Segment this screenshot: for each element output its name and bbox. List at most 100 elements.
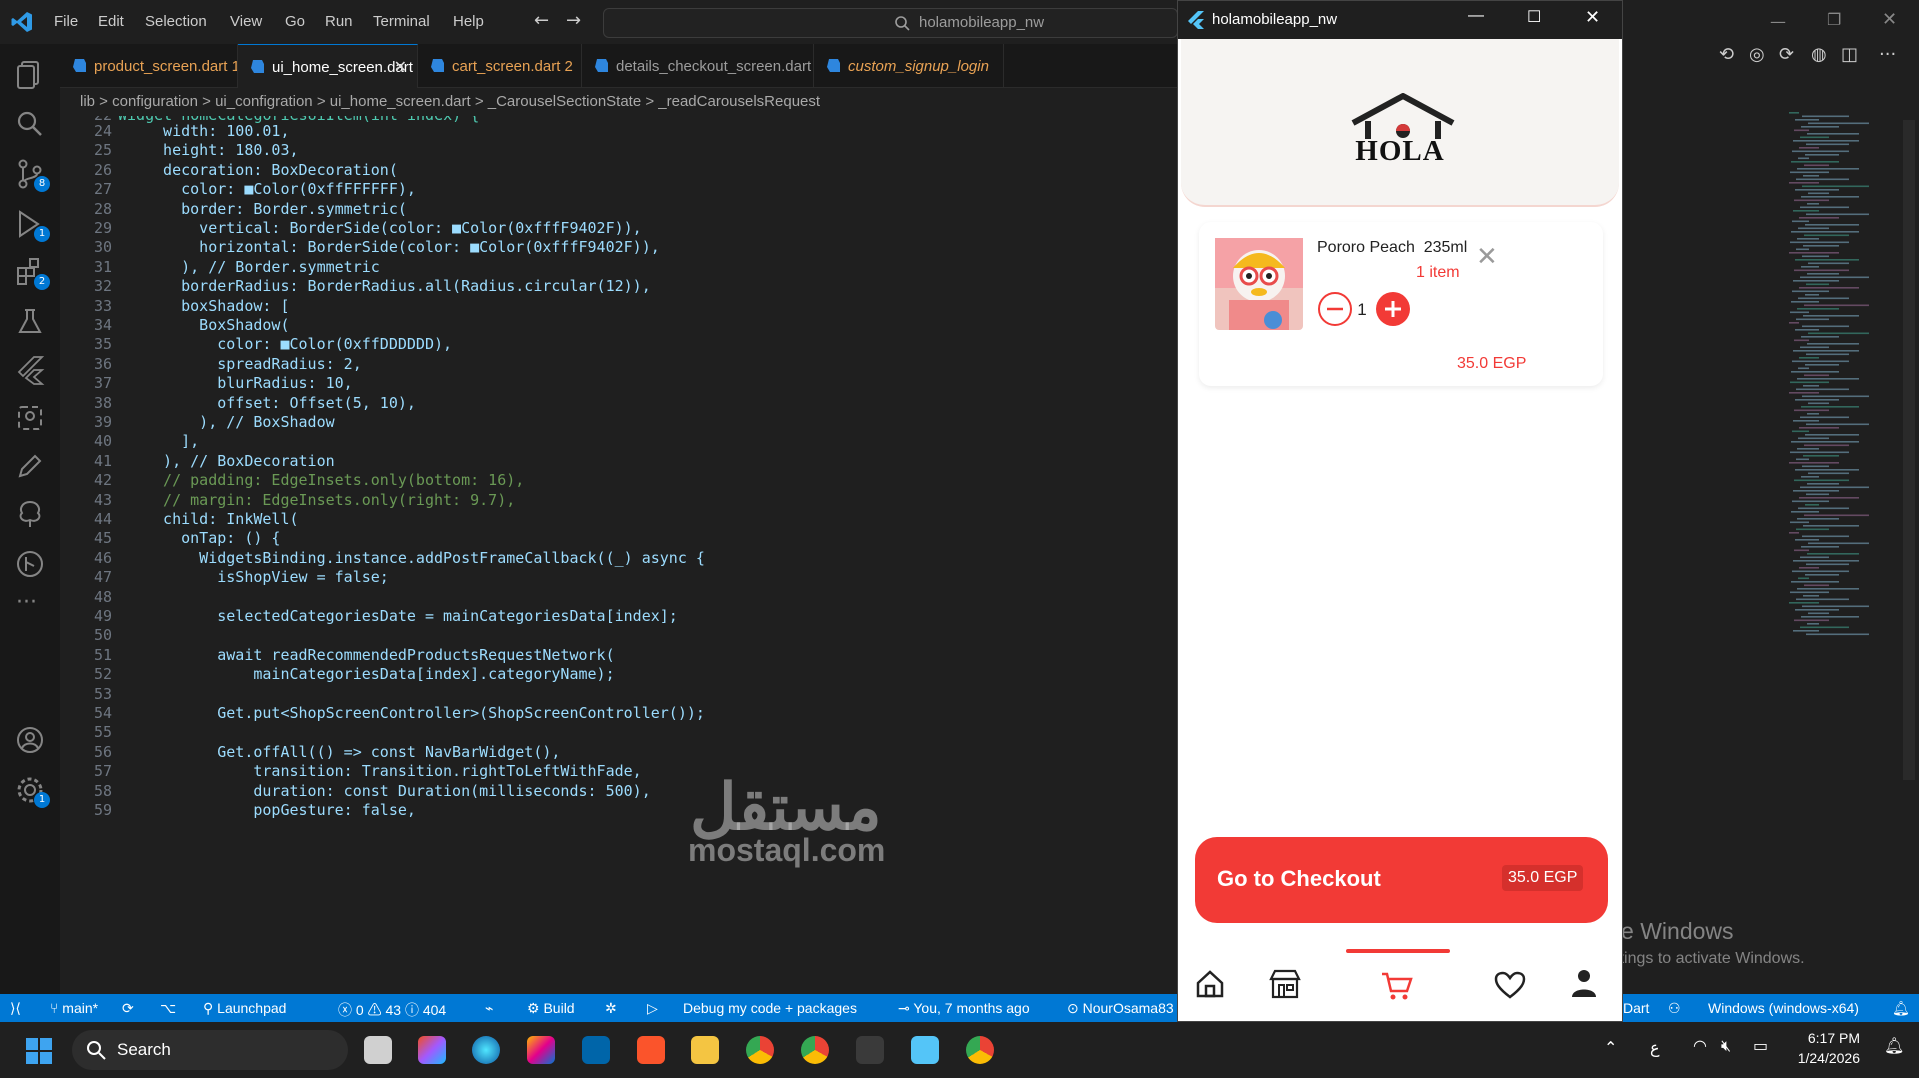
graph-icon[interactable]: ⌥ (160, 1000, 176, 1017)
back-arrow-icon[interactable]: ← (534, 10, 549, 31)
source-control-icon[interactable]: 8 (14, 158, 50, 192)
language-mode[interactable]: Dart (1623, 1000, 1649, 1016)
clock[interactable]: 6:17 PM 1/24/2026 (1780, 1030, 1860, 1066)
device-icon[interactable]: ⚇ (1668, 1000, 1681, 1017)
git-graph-icon[interactable] (14, 548, 46, 580)
vertical-scrollbar[interactable] (1903, 120, 1915, 780)
tree-icon[interactable] (14, 498, 46, 530)
testing-flask-icon[interactable] (14, 306, 46, 338)
command-center-search[interactable]: holamobileapp_nw (603, 8, 1178, 38)
menu-edit[interactable]: Edit (98, 13, 124, 30)
menu-run[interactable]: Run (325, 13, 353, 30)
copilot-icon[interactable] (527, 1036, 555, 1064)
file-explorer-icon[interactable] (691, 1036, 719, 1064)
settings-gear-icon[interactable]: 1 (14, 774, 50, 808)
figma-icon[interactable] (418, 1036, 446, 1064)
vscode-taskbar-icon[interactable] (582, 1036, 610, 1064)
more-actions-icon[interactable]: ··· (1879, 44, 1896, 65)
pen-icon[interactable] (14, 450, 46, 482)
checkout-button[interactable]: Go to Checkout 35.0 EGP (1195, 837, 1608, 923)
tab-cart-screen[interactable]: cart_screen.dart 2 (418, 44, 582, 88)
chevron-up-icon[interactable]: ⌃ (1604, 1038, 1617, 1057)
line-number: 26 (93, 160, 112, 179)
store-icon[interactable] (1269, 969, 1301, 999)
remote-icon[interactable]: ⟩⟨ (10, 1000, 21, 1017)
build-button[interactable]: ⚙ Build (527, 1000, 575, 1017)
restore-icon[interactable]: ❐ (1827, 10, 1841, 29)
wifi-icon[interactable]: ◠ (1693, 1036, 1707, 1055)
edge-icon[interactable] (472, 1036, 500, 1064)
home-icon[interactable] (1195, 969, 1225, 999)
compare-icon[interactable]: ⟲ (1719, 44, 1734, 65)
menu-help[interactable]: Help (453, 13, 484, 30)
flutter-taskbar-icon[interactable] (911, 1036, 939, 1064)
tab-details-checkout[interactable]: details_checkout_screen.dart (582, 44, 814, 88)
git-blame[interactable]: ⊸ You, 7 months ago (898, 1000, 1030, 1017)
windows-start-icon[interactable] (26, 1038, 52, 1064)
menu-file[interactable]: File (54, 13, 78, 30)
menu-go[interactable]: Go (285, 13, 305, 30)
minimize-icon[interactable]: — (1770, 12, 1786, 31)
circle-dot-icon[interactable]: ◎ (1749, 44, 1765, 65)
notification-icon[interactable]: 🔔︎ (1884, 1036, 1904, 1055)
accounts-icon[interactable] (14, 724, 46, 756)
tab-product-screen[interactable]: product_screen.dart 1 (60, 44, 238, 88)
bug-icon[interactable]: ✲ (605, 1000, 617, 1017)
cart-icon[interactable] (1380, 971, 1414, 1001)
arrow-circle-icon[interactable]: ⟳ (1779, 44, 1794, 65)
tab-custom-signup[interactable]: custom_signup_login (814, 44, 1004, 88)
bell-icon[interactable]: 🔔︎ (1892, 1000, 1910, 1017)
terminal-icon[interactable] (856, 1036, 884, 1064)
extensions-icon[interactable]: 2 (14, 256, 50, 290)
menu-selection[interactable]: Selection (145, 13, 207, 30)
target-platform[interactable]: Windows (windows-x64) (1708, 1000, 1859, 1016)
close-icon[interactable]: ✕ (1882, 9, 1897, 30)
increase-quantity-button[interactable] (1375, 291, 1411, 327)
forward-arrow-icon[interactable]: → (566, 10, 581, 31)
decrease-quantity-button[interactable] (1317, 291, 1353, 327)
tab-close-icon[interactable]: ✕ (394, 57, 407, 77)
code-line: color: ■Color(0xffDDDDDD), (145, 335, 453, 354)
split-editor-icon[interactable]: ◫ (1841, 44, 1858, 65)
maximize-icon[interactable]: ☐ (1527, 7, 1541, 27)
chrome-profile-icon[interactable] (801, 1036, 829, 1064)
branch-indicator[interactable]: ⑂ main* (50, 1000, 98, 1016)
profile-icon[interactable] (1570, 967, 1598, 999)
chrome-app-icon[interactable] (966, 1036, 994, 1064)
search-icon[interactable] (14, 108, 46, 140)
app-header: HOLA (1181, 39, 1619, 207)
broadcast-icon[interactable]: ⌁ (485, 1000, 493, 1017)
breadcrumb[interactable]: lib > configuration > ui_configration > … (60, 88, 1177, 116)
explorer-icon[interactable] (14, 58, 46, 90)
battery-icon[interactable]: ▭ (1753, 1036, 1768, 1055)
user-indicator[interactable]: ⊙ NourOsama83 (1067, 1000, 1174, 1017)
code-line: ), // Border.symmetric (145, 257, 380, 276)
tab-ui-home-screen[interactable]: ui_home_screen.dart ✕ (238, 44, 418, 88)
cart-item-card[interactable]: Pororo Peach 235ml 1 item ✕ 1 35.0 EGP (1199, 222, 1603, 386)
task-view-icon[interactable] (364, 1036, 392, 1064)
taskbar-search[interactable]: Search (72, 1030, 348, 1070)
heart-icon[interactable] (1494, 971, 1526, 999)
menu-terminal[interactable]: Terminal (373, 13, 430, 30)
brave-icon[interactable] (637, 1036, 665, 1064)
more-icon[interactable]: ··· (16, 590, 37, 615)
chrome-icon[interactable] (746, 1036, 774, 1064)
close-icon[interactable]: ✕ (1585, 7, 1600, 28)
sync-icon[interactable]: ⟳ (122, 1000, 134, 1017)
volume-muted-icon[interactable]: 🔇︎ (1721, 1036, 1731, 1056)
code-editor[interactable]: 22Widget homeCategoriesUiItem(int index)… (60, 116, 1177, 994)
menu-view[interactable]: View (230, 13, 262, 30)
flutter-outline-icon[interactable]: ◍ (1811, 44, 1827, 65)
remove-item-close-icon[interactable]: ✕ (1476, 242, 1498, 272)
launchpad[interactable]: ⚲ Launchpad (203, 1000, 286, 1017)
debug-mode[interactable]: Debug my code + packages (683, 1000, 857, 1016)
flutter-icon[interactable] (14, 354, 46, 386)
play-icon[interactable]: ▷ (647, 1000, 658, 1017)
minimize-icon[interactable]: — (1468, 7, 1484, 25)
minimap[interactable] (1785, 112, 1905, 652)
line-number: 32 (93, 277, 112, 296)
problems-indicator[interactable]: ⓧ 0 ⚠ 43 ⓘ 404 (338, 1000, 446, 1020)
input-language[interactable]: ع (1650, 1038, 1660, 1057)
run-debug-icon[interactable]: 1 (14, 208, 50, 242)
remote-explorer-icon[interactable] (14, 402, 46, 434)
